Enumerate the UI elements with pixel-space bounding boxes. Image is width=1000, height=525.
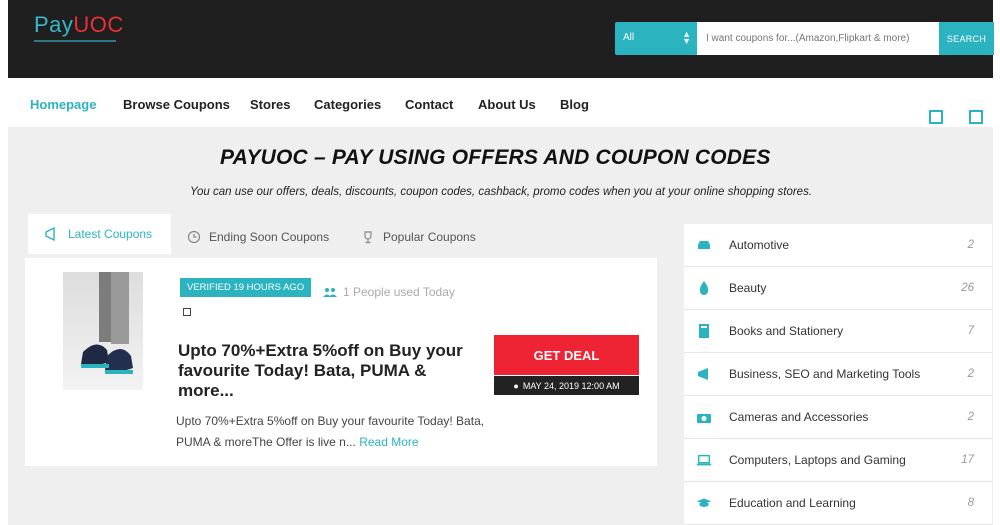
category-books[interactable]: Books and Stationery 7 [684,310,992,353]
camera-icon [696,409,712,425]
page-subtitle: You can use our offers, deals, discounts… [190,186,813,198]
select-arrows-icon: ▲ ▼ [682,29,691,46]
site-logo[interactable]: PayUOC [34,12,124,38]
people-used: 1 People used Today [323,285,455,299]
laptop-icon [696,452,712,468]
nav-categories[interactable]: Categories [314,97,381,112]
main-nav: Homepage Browse Coupons Stores Categorie… [8,78,993,128]
nav-browse-coupons[interactable]: Browse Coupons [123,97,230,112]
category-business[interactable]: Business, SEO and Marketing Tools 2 [684,353,992,396]
tab-latest-coupons[interactable]: Latest Coupons [28,214,171,254]
category-computers[interactable]: Computers, Laptops and Gaming 17 [684,439,992,482]
coupon-title[interactable]: Upto 70%+Extra 5%off on Buy your favouri… [178,341,478,401]
users-icon [323,288,337,297]
category-education[interactable]: Education and Learning 8 [684,482,992,525]
coupon-card: VERIFIED 19 HOURS AGO 1 People used Toda… [25,258,657,466]
checkbox-icon[interactable] [183,308,191,316]
clock-icon [187,230,201,244]
coupon-description: Upto 70%+Extra 5%off on Buy your favouri… [176,414,485,449]
category-beauty[interactable]: Beauty 26 [684,267,992,310]
nav-homepage[interactable]: Homepage [30,97,96,112]
category-cameras[interactable]: Cameras and Accessories 2 [684,396,992,439]
category-automotive[interactable]: Automotive 2 [684,224,992,267]
megaphone-icon [45,227,55,241]
search-bar: All ▲▼ SEARCH [615,22,994,55]
nav-blog[interactable]: Blog [560,97,589,112]
nav-contact[interactable]: Contact [405,97,453,112]
tab-ending-soon[interactable]: Ending Soon Coupons [187,222,329,252]
categories-sidebar: Automotive 2 Beauty 26 Books and Station… [684,224,992,525]
nav-stores[interactable]: Stores [250,97,290,112]
search-button[interactable]: SEARCH [939,22,994,55]
car-icon [696,237,712,253]
book-icon [696,323,712,339]
graduation-cap-icon [696,495,712,511]
clock-icon: ● [513,380,519,391]
coupon-date: ● MAY 24, 2019 12:00 AM [494,376,639,395]
store-select[interactable]: All ▲ ▼ [615,22,697,55]
page-title: PAYUOC – PAY USING OFFERS AND COUPON COD… [220,146,771,169]
read-more-link[interactable]: Read More [359,435,418,449]
nav-about-us[interactable]: About Us [478,97,536,112]
get-deal-button[interactable]: GET DEAL [494,335,639,375]
logo-underline [34,40,116,42]
tab-popular-coupons[interactable]: Popular Coupons [361,222,476,252]
trophy-icon [364,231,372,244]
search-input[interactable] [697,22,939,55]
coupon-thumbnail[interactable] [63,272,143,390]
verified-badge: VERIFIED 19 HOURS AGO [180,278,312,297]
bookmark-icon[interactable] [929,110,943,124]
megaphone-icon [696,366,712,382]
drop-icon [696,280,712,296]
square-icon[interactable] [969,110,983,124]
